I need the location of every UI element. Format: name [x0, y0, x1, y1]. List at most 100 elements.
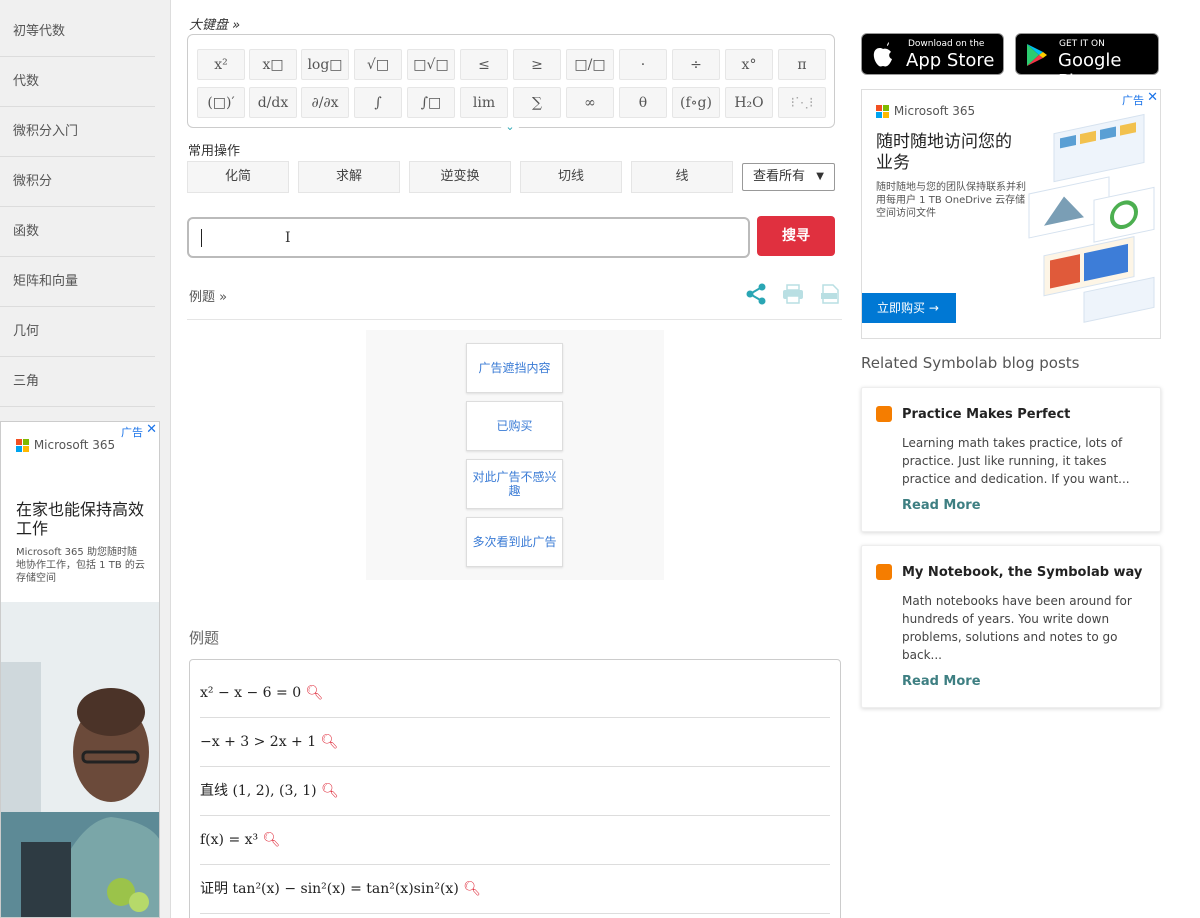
op-simplify-button[interactable]: 化简	[187, 161, 289, 193]
blog-card[interactable]: Practice Makes Perfect Learning math tak…	[861, 387, 1161, 532]
close-icon[interactable]: ✕	[146, 422, 157, 437]
sidebar-item-geometry[interactable]: 几何	[0, 307, 155, 357]
key-pi[interactable]: π	[778, 49, 826, 80]
close-icon[interactable]: ✕	[1147, 90, 1158, 105]
print-icon[interactable]	[782, 284, 804, 304]
blog-title[interactable]: Practice Makes Perfect	[902, 407, 1070, 422]
blog-excerpt: Math notebooks have been around for hund…	[902, 594, 1132, 662]
example-prefix: 证明	[200, 881, 228, 897]
text-cursor-icon: I	[285, 230, 291, 246]
key-geq[interactable]: ≥	[513, 49, 561, 80]
key-dot[interactable]: ·	[619, 49, 667, 80]
op-tangent-button[interactable]: 切线	[520, 161, 622, 193]
caret-down-icon: ▼	[816, 171, 824, 182]
key-log[interactable]: log□	[301, 49, 349, 80]
ad-covers-content-button[interactable]: 广告遮挡内容	[466, 343, 563, 393]
blogger-icon	[876, 564, 892, 580]
sidebar-item-calculus[interactable]: 微积分	[0, 157, 155, 207]
key-matrix[interactable]: ⁝⋱⁝	[778, 87, 826, 118]
key-square[interactable]: x²	[197, 49, 245, 80]
ad-brand: Microsoft 365	[16, 438, 115, 453]
microsoft-logo-icon	[876, 104, 890, 119]
example-prefix: 直线	[200, 783, 228, 799]
key-chemistry[interactable]: H₂O	[725, 87, 773, 118]
share-icon[interactable]	[745, 283, 767, 305]
google-play-icon	[1027, 44, 1047, 66]
key-definite-integral[interactable]: ∫□	[407, 87, 455, 118]
sidebar-item-elementary-algebra[interactable]: 初等代数	[0, 7, 155, 57]
op-line-button[interactable]: 线	[631, 161, 733, 193]
buy-now-button[interactable]: 立即购买 →	[862, 293, 956, 323]
read-more-link[interactable]: Read More	[902, 498, 981, 513]
key-theta[interactable]: θ	[619, 87, 667, 118]
related-posts-heading: Related Symbolab blog posts	[861, 354, 1080, 372]
example-item[interactable]: x² − x − 6 = 0 🔍︎	[200, 669, 830, 718]
sidebar-item-functions[interactable]: 函数	[0, 207, 155, 257]
example-expression: −x + 3 > 2x + 1	[200, 734, 317, 750]
right-ad[interactable]: 广告 ✕ Microsoft 365 随时随地访问您的业务 随时随地与您的团队保…	[861, 89, 1161, 339]
sidebar-item-pre-calculus[interactable]: 微积分入门	[0, 107, 155, 157]
view-all-label: 查看所有	[753, 169, 806, 184]
keyboard-title[interactable]: 大键盘 »	[189, 14, 240, 33]
key-leq[interactable]: ≤	[460, 49, 508, 80]
app-store-big-label: App Store	[906, 50, 995, 71]
operations-title: 常用操作	[188, 144, 241, 159]
sidebar-item-algebra[interactable]: 代数	[0, 57, 155, 107]
math-input[interactable]: I	[187, 217, 750, 258]
key-divide[interactable]: ÷	[672, 49, 720, 80]
ad-label: 广告	[1122, 94, 1144, 107]
example-item[interactable]: −x + 3 > 2x + 1 🔍︎	[200, 718, 830, 767]
key-sqrt[interactable]: √□	[354, 49, 402, 80]
key-prime[interactable]: (□)′	[197, 87, 245, 118]
view-all-dropdown[interactable]: 查看所有 ▼	[742, 163, 835, 191]
apple-icon	[873, 42, 892, 67]
key-derivative[interactable]: d/dx	[249, 87, 297, 118]
op-solve-button[interactable]: 求解	[298, 161, 400, 193]
ad-brand: Microsoft 365	[876, 104, 975, 119]
blog-card[interactable]: My Notebook, the Symbolab way Math noteb…	[861, 545, 1161, 708]
search-icon[interactable]: 🔍︎	[321, 783, 339, 799]
key-fraction[interactable]: □/□	[566, 49, 614, 80]
example-item[interactable]: 证明 tan²(x) − sin²(x) = tan²(x)sin²(x) 🔍︎	[200, 865, 830, 914]
key-limit[interactable]: lim	[460, 87, 508, 118]
sidebar-item-trigonometry[interactable]: 三角	[0, 357, 155, 407]
blogger-icon	[876, 406, 892, 422]
ad-brand-label: Microsoft 365	[33, 438, 116, 452]
example-item[interactable]: f(x) = x³ 🔍︎	[200, 816, 830, 865]
blog-title[interactable]: My Notebook, the Symbolab way	[902, 565, 1142, 580]
key-power[interactable]: x□	[249, 49, 297, 80]
search-icon[interactable]: 🔍︎	[306, 685, 324, 701]
search-button[interactable]: 搜寻	[757, 216, 835, 256]
key-sum[interactable]: ∑	[513, 87, 561, 118]
ad-screens-image	[1028, 113, 1155, 323]
seen-too-often-button[interactable]: 多次看到此广告	[466, 517, 563, 567]
ad-body: 随时随地与您的团队保持联系并利用每用户 1 TB OneDrive 云存储空间访…	[876, 182, 1026, 219]
search-icon[interactable]: 🔍︎	[463, 881, 481, 897]
already-bought-button[interactable]: 已购买	[466, 401, 563, 451]
sidebar-item-matrices[interactable]: 矩阵和向量	[0, 257, 155, 307]
math-keyboard: x² x□ log□ √□ □√□ ≤ ≥ □/□ · ÷ x° π (□)′ …	[187, 34, 835, 128]
chevron-down-icon[interactable]: ⌄	[501, 121, 519, 135]
key-infinity[interactable]: ∞	[566, 87, 614, 118]
examples-link[interactable]: 例题 »	[189, 286, 227, 305]
key-integral[interactable]: ∫	[354, 87, 402, 118]
ad-body: Microsoft 365 助您随时随地协作工作，包括 1 TB 的云存储空间	[16, 547, 145, 584]
key-nth-root[interactable]: □√□	[407, 49, 455, 80]
ad-headline: 在家也能保持高效工作	[16, 500, 145, 538]
example-item[interactable]: 直线 (1, 2), (3, 1) 🔍︎	[200, 767, 830, 816]
search-icon[interactable]: 🔍︎	[321, 734, 339, 750]
search-icon[interactable]: 🔍︎	[263, 832, 281, 848]
op-inverse-button[interactable]: 逆变换	[409, 161, 511, 193]
key-composition[interactable]: (f∘g)	[672, 87, 720, 118]
key-partial[interactable]: ∂/∂x	[301, 87, 349, 118]
key-degree[interactable]: x°	[725, 49, 773, 80]
app-store-button[interactable]: Download on the App Store	[861, 33, 1004, 75]
not-interested-button[interactable]: 对此广告不感兴趣	[466, 459, 563, 509]
sidebar-ad[interactable]: 广告 ✕ Microsoft 365 在家也能保持高效工作 Microsoft …	[0, 421, 160, 918]
sidebar: 初等代数 代数 微积分入门 微积分 函数 矩阵和向量 几何 三角 广告 ✕ Mi…	[0, 0, 171, 918]
example-expression: (1, 2), (3, 1)	[232, 783, 317, 799]
read-more-link[interactable]: Read More	[902, 674, 981, 689]
example-expression: f(x) = x³	[200, 832, 259, 848]
google-play-button[interactable]: GET IT ON Google Play	[1015, 33, 1159, 92]
pdf-icon[interactable]	[820, 284, 840, 304]
